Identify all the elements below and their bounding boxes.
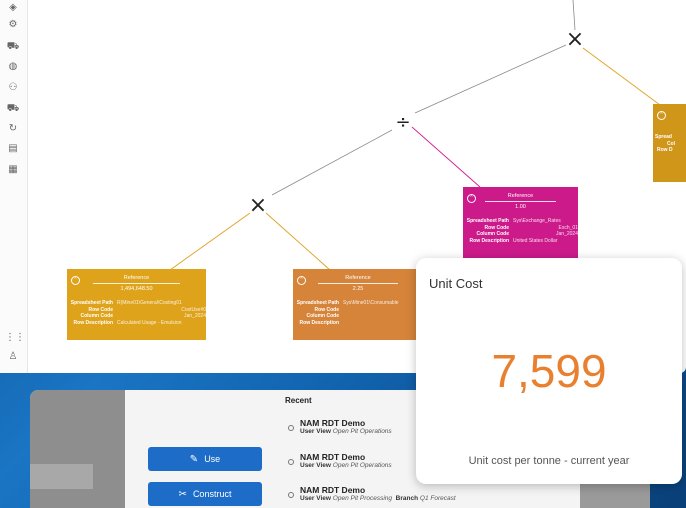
field-label: Row Description (73, 319, 113, 326)
view-label: User View (300, 495, 331, 502)
reference-card-emulsion[interactable]: ⌃ Reference 1,494,648.50 Spreadsheet Pat… (67, 269, 206, 340)
divide-operator[interactable]: ÷ (395, 112, 410, 133)
field-label: Row D (657, 147, 673, 153)
multiply-operator[interactable]: × (566, 27, 584, 52)
view-value: Open Pit Operations (332, 462, 392, 469)
recent-item-name: NAM RDT Demo (300, 418, 366, 428)
tree-edge (572, 0, 576, 31)
card-header: Reference (123, 275, 150, 281)
card-value: 1,494,648.50 (120, 286, 153, 292)
card-value: 1.00 (515, 204, 526, 210)
collapse-icon[interactable]: ⌃ (657, 111, 666, 120)
field-label: Row Description (469, 237, 509, 244)
radio-icon (288, 492, 294, 498)
field-value (343, 320, 423, 327)
construct-button-label: Construct (192, 489, 232, 499)
recent-item-name: NAM RDT Demo (300, 485, 366, 495)
card-header: Reference (507, 193, 534, 199)
view-label: User View (300, 428, 331, 435)
reference-card-consumable[interactable]: ⌃ Reference 2.25 Spreadsheet Path Sys\Min… (293, 269, 423, 340)
recent-heading: Recent (285, 396, 312, 405)
view-value: Open Pit Operations (332, 428, 392, 435)
tree-edge (265, 212, 331, 271)
field-value: Calculated Usage - Emulsion (117, 319, 182, 326)
branch-label: Branch (395, 495, 419, 502)
field-value: United States Dollar (513, 237, 558, 244)
reference-card-partial[interactable]: ⌃ Spread Col Row D (653, 104, 686, 182)
tree-edge (414, 44, 567, 114)
collapse-icon[interactable]: ⌃ (71, 276, 80, 285)
tree-edge (271, 129, 393, 196)
view-label: User View (300, 462, 331, 469)
tree-edge (582, 47, 661, 106)
view-value: Open Pit Processing (332, 495, 393, 502)
use-button-label: Use (204, 454, 221, 464)
field-label: Row Description (299, 319, 339, 326)
construct-button[interactable]: ✂ Construct (148, 482, 262, 506)
tools-icon: ✂ (178, 488, 187, 500)
card-header: Reference (345, 275, 371, 281)
recent-item-name: NAM RDT Demo (300, 452, 366, 462)
kpi-value: 7,599 (491, 345, 607, 397)
kpi-caption: Unit cost per tonne - current year (468, 455, 630, 467)
card-value: 2.25 (352, 286, 364, 292)
collapse-icon[interactable]: ⌃ (297, 276, 306, 285)
kpi-title: Unit Cost (429, 276, 483, 291)
branch-value: Q1 Forecast (419, 495, 456, 502)
unit-cost-kpi-card: Unit Cost 7,599 Unit cost per tonne - cu… (416, 258, 682, 484)
tree-edge (411, 126, 481, 188)
radio-icon (288, 459, 294, 465)
collapse-icon[interactable]: ⌃ (467, 194, 476, 203)
launcher-sidebar (30, 390, 125, 508)
reference-card-exchange-rate[interactable]: ⌃ Reference 1.00 Spreadsheet Path Sys\Exc… (463, 187, 578, 261)
sidebar-selected-item[interactable] (30, 464, 93, 489)
tree-edge (169, 212, 251, 271)
pencil-icon: ✎ (189, 453, 199, 465)
multiply-operator[interactable]: × (249, 193, 267, 218)
use-button[interactable]: ✎ Use (148, 447, 262, 471)
radio-icon (288, 425, 294, 431)
